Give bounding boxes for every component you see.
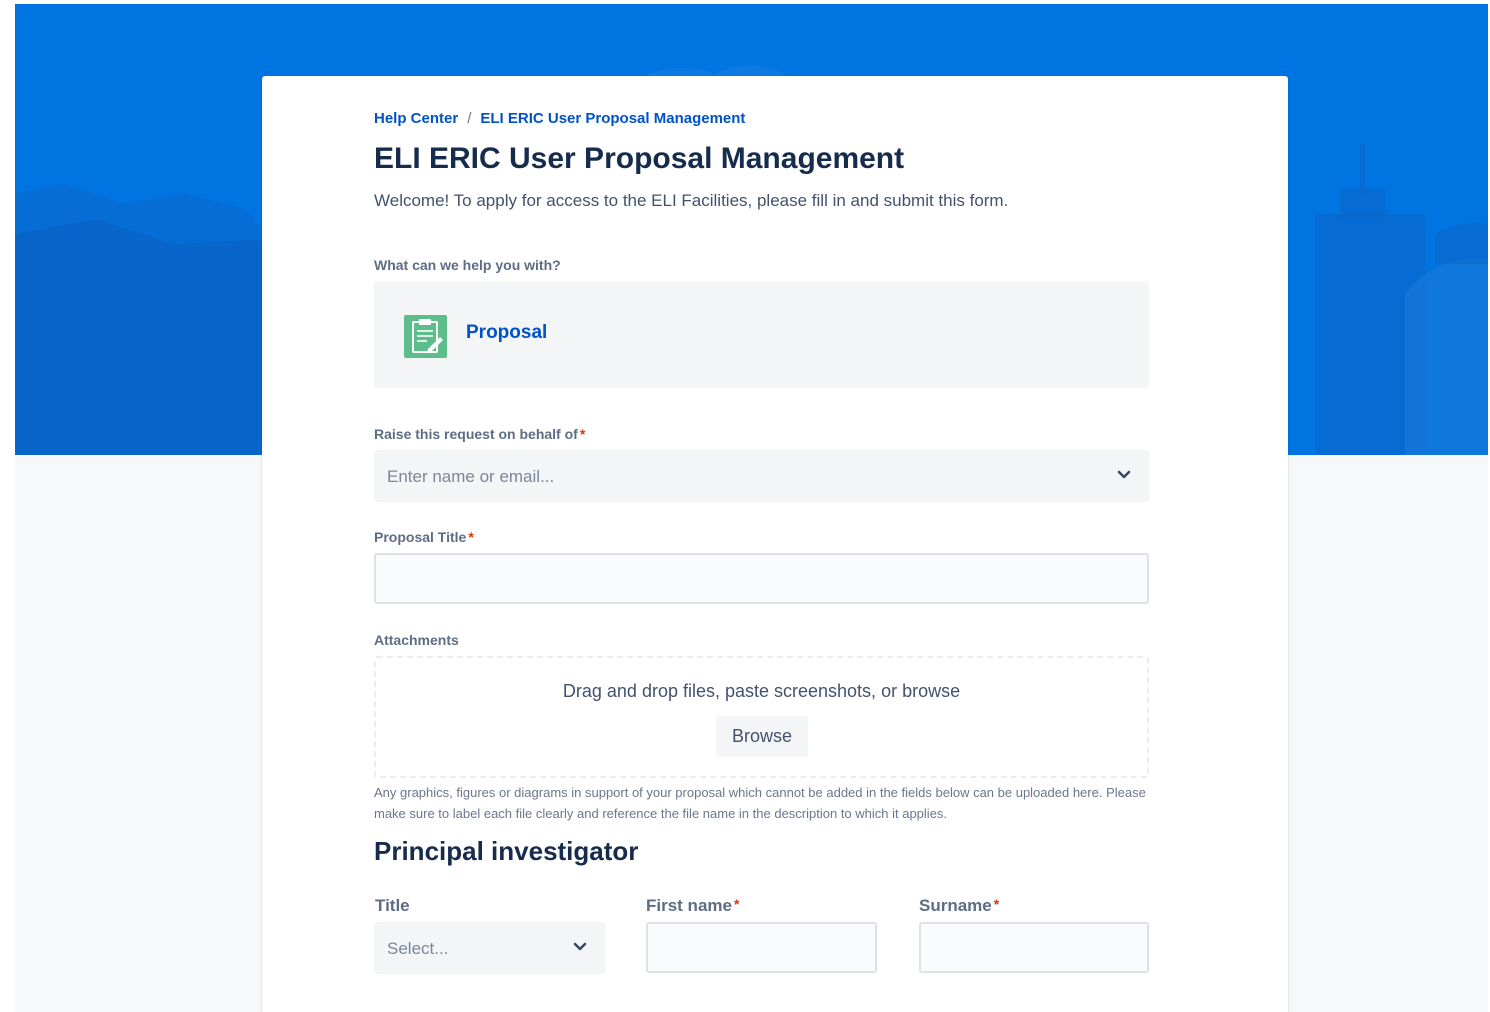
required-mark: * — [993, 896, 1000, 912]
page-title: ELI ERIC User Proposal Management — [374, 142, 905, 175]
surname-label-text: Surname — [919, 896, 992, 915]
attachments-dropzone[interactable]: Drag and drop files, paste screenshots, … — [374, 656, 1149, 778]
attachments-label: Attachments — [374, 632, 459, 648]
pi-title-placeholder: Select... — [387, 939, 449, 958]
behalf-label: Raise this request on behalf of * — [374, 426, 585, 442]
section-title-principal-investigator: Principal investigator — [374, 836, 639, 866]
proposal-title-label-text: Proposal Title — [374, 529, 467, 545]
portal-card: Help Center / ELI ERIC User Proposal Manag… — [262, 76, 1288, 1012]
first-name-label-text: First name — [646, 896, 732, 915]
pi-title-select[interactable]: Select... — [374, 922, 605, 974]
breadcrumb-separator: / — [467, 110, 472, 127]
breadcrumb-help-center-link[interactable]: Help Center — [374, 110, 458, 127]
required-mark: * — [733, 896, 740, 912]
proposal-title-label: Proposal Title * — [374, 529, 474, 545]
request-type-selected[interactable]: Proposal — [374, 281, 1149, 388]
browse-button[interactable]: Browse — [716, 716, 808, 757]
surname-label: Surname * — [919, 896, 999, 916]
first-name-label: First name * — [646, 896, 739, 916]
request-type-name: Proposal — [466, 322, 548, 343]
breadcrumb-portal-link[interactable]: ELI ERIC User Proposal Management — [480, 110, 745, 127]
dropzone-text: Drag and drop files, paste screenshots, … — [562, 681, 961, 701]
request-type-label: What can we help you with? — [374, 257, 561, 273]
required-mark: * — [468, 529, 474, 545]
behalf-placeholder: Enter name or email... — [387, 467, 555, 486]
surname-input[interactable] — [919, 922, 1149, 973]
behalf-label-text: Raise this request on behalf of — [374, 426, 578, 442]
breadcrumb: Help Center / ELI ERIC User Proposal Manag… — [374, 110, 745, 127]
pi-title-label: Title — [375, 896, 410, 915]
behalf-select[interactable]: Enter name or email... — [374, 450, 1149, 502]
chevron-down-icon — [573, 942, 587, 951]
first-name-input[interactable] — [646, 922, 877, 973]
welcome-text: Welcome! To apply for access to the ELI … — [374, 191, 1009, 210]
required-mark: * — [579, 426, 586, 442]
proposal-title-input[interactable] — [374, 553, 1149, 604]
attachments-help-text: Any graphics, figures or diagrams in sup… — [374, 785, 1146, 821]
chevron-down-icon — [1117, 470, 1131, 479]
clipboard-icon — [404, 315, 447, 358]
